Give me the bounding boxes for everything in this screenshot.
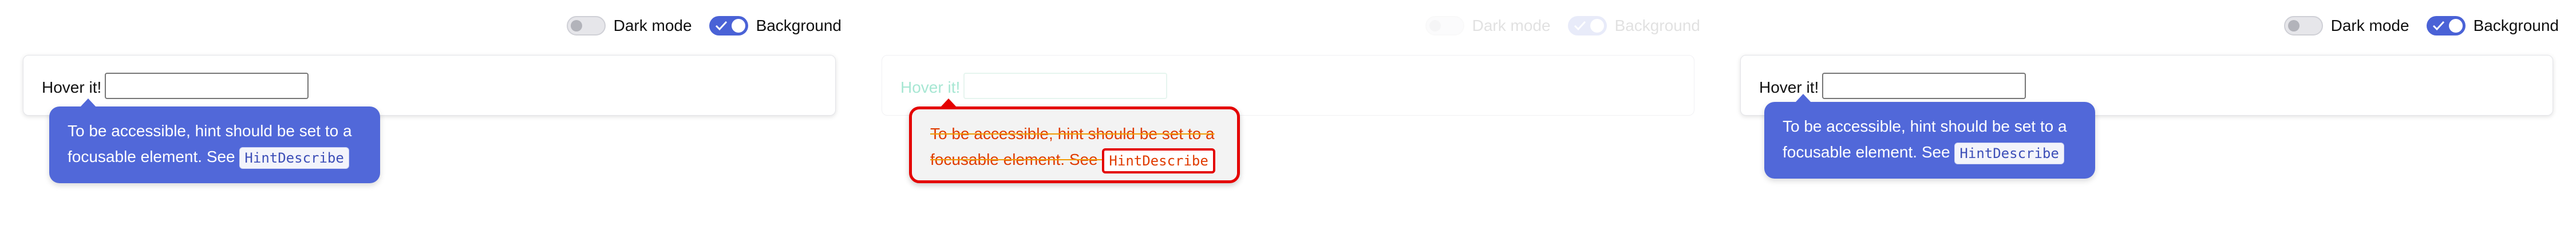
switch-knob: [2448, 19, 2463, 33]
screenshot-canvas: Dark mode Background Hover it! To be acc…: [0, 0, 2576, 229]
switch-knob: [1590, 19, 1604, 33]
toolbar-toggles: Dark mode Background: [566, 16, 841, 35]
dark-mode-toggle[interactable]: Dark mode: [2283, 16, 2409, 35]
background-label: Background: [2473, 17, 2559, 34]
tooltip-code: HintDescribe: [1954, 142, 2064, 164]
switch-knob: [1429, 20, 1441, 31]
background-toggle[interactable]: Background: [709, 16, 841, 35]
toolbar-toggles: Dark mode Background: [2283, 16, 2559, 35]
switch-knob: [2287, 20, 2300, 31]
hint-tooltip: To be accessible, hint should be set to …: [49, 98, 380, 183]
background-switch[interactable]: [709, 16, 748, 35]
background-toggle[interactable]: Background: [2426, 16, 2559, 35]
dark-mode-switch[interactable]: [1425, 16, 1464, 35]
background-switch[interactable]: [1567, 16, 1607, 35]
panel-left: Dark mode Background Hover it! To be acc…: [0, 0, 859, 229]
hover-input[interactable]: [963, 73, 1167, 99]
background-switch[interactable]: [2426, 16, 2466, 35]
dark-mode-toggle[interactable]: Dark mode: [1425, 16, 1551, 35]
toolbar-toggles: Dark mode Background: [1425, 16, 1700, 35]
check-icon: [2432, 21, 2444, 31]
background-label: Background: [756, 17, 841, 34]
check-icon: [715, 21, 727, 31]
tooltip-code: HintDescribe: [1102, 148, 1215, 173]
hover-input[interactable]: [1822, 73, 2026, 99]
hint-tooltip: To be accessible, hint should be set to …: [909, 98, 1240, 183]
dark-mode-label: Dark mode: [1472, 17, 1551, 34]
hover-label: Hover it!: [900, 78, 961, 96]
switch-knob: [570, 20, 582, 31]
background-toggle[interactable]: Background: [1567, 16, 1700, 35]
hover-input[interactable]: [105, 73, 309, 99]
panel-right: Dark mode Background Hover it! To be acc…: [1717, 0, 2576, 229]
hint-tooltip: To be accessible, hint should be set to …: [1764, 94, 2095, 179]
dark-mode-label: Dark mode: [613, 17, 692, 34]
switch-knob: [731, 19, 745, 33]
background-label: Background: [1614, 17, 1700, 34]
hover-label: Hover it!: [42, 78, 102, 96]
panel-middle: Dark mode Background Hover it! To be acc…: [859, 0, 1717, 229]
dark-mode-switch[interactable]: [2283, 16, 2323, 35]
dark-mode-toggle[interactable]: Dark mode: [566, 16, 692, 35]
dark-mode-switch[interactable]: [566, 16, 606, 35]
tooltip-code: HintDescribe: [239, 147, 349, 169]
dark-mode-label: Dark mode: [2330, 17, 2409, 34]
check-icon: [1574, 21, 1586, 31]
